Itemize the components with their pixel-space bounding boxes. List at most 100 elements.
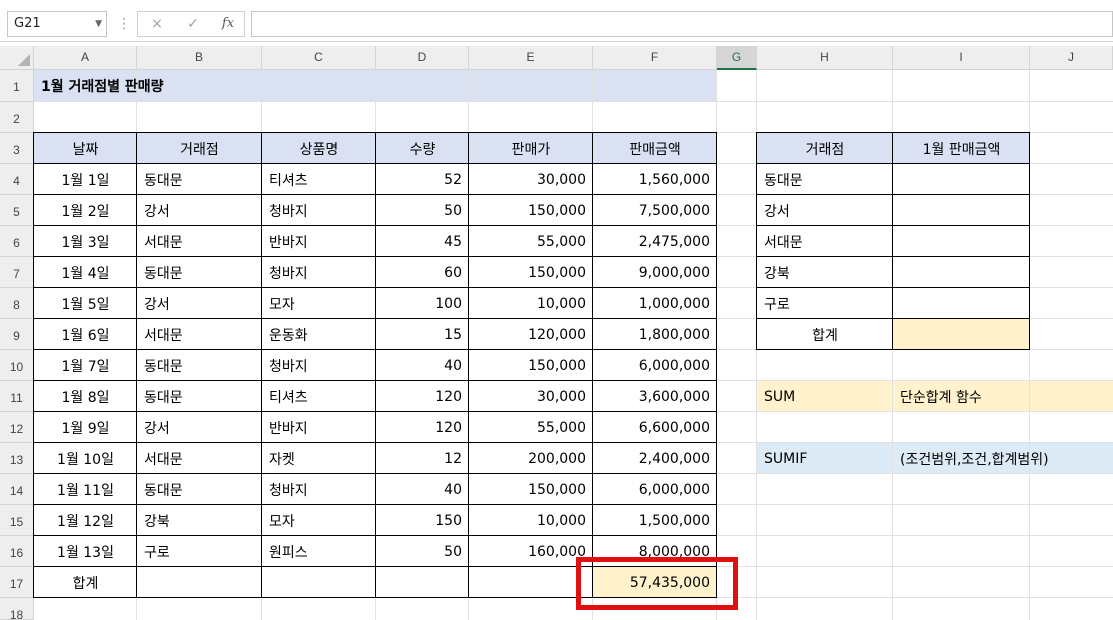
table-cell[interactable]: 운동화 [262, 319, 376, 350]
row-header-11[interactable]: 11 [0, 381, 34, 412]
sumif-function-desc[interactable]: (조건범위,조건,합계범위) [893, 443, 1049, 474]
table-cell[interactable]: 강서 [137, 412, 262, 443]
table-cell[interactable]: 40 [376, 474, 469, 505]
summary-store-cell[interactable]: 강북 [757, 257, 893, 288]
total-label[interactable]: 합계 [34, 567, 137, 598]
table-header-cell[interactable]: 날짜 [34, 133, 137, 164]
table-cell[interactable]: 강서 [137, 288, 262, 319]
table-cell[interactable]: 자켓 [262, 443, 376, 474]
row-header-8[interactable]: 8 [0, 288, 34, 319]
table-cell[interactable]: 티셔츠 [262, 164, 376, 195]
summary-store-cell[interactable]: 강서 [757, 195, 893, 226]
table-cell[interactable]: 52 [376, 164, 469, 195]
table-cell[interactable]: 1월 12일 [34, 505, 137, 536]
table-cell[interactable]: 200,000 [469, 443, 593, 474]
table-cell[interactable]: 강북 [137, 505, 262, 536]
table-cell[interactable]: 50 [376, 536, 469, 567]
table-cell[interactable]: 1월 13일 [34, 536, 137, 567]
summary-header-cell[interactable]: 1월 판매금액 [893, 133, 1030, 164]
column-header-b[interactable]: B [137, 46, 262, 70]
table-header-cell[interactable]: 거래점 [137, 133, 262, 164]
table-header-cell[interactable]: 수량 [376, 133, 469, 164]
table-cell[interactable]: 10,000 [469, 505, 593, 536]
table-header-cell[interactable]: 판매가 [469, 133, 593, 164]
summary-value-cell[interactable] [893, 164, 1030, 195]
table-cell[interactable]: 120 [376, 412, 469, 443]
drag-handle-icon[interactable]: ⋮ [117, 11, 131, 37]
column-header-i[interactable]: I [893, 46, 1030, 70]
table-cell[interactable]: 55,000 [469, 226, 593, 257]
table-cell[interactable]: 1월 6일 [34, 319, 137, 350]
column-header-j[interactable]: J [1030, 46, 1113, 70]
table-cell[interactable]: 서대문 [137, 443, 262, 474]
table-cell[interactable]: 120,000 [469, 319, 593, 350]
column-header-d[interactable]: D [376, 46, 469, 70]
table-cell[interactable]: 1,560,000 [593, 164, 717, 195]
row-header-6[interactable]: 6 [0, 226, 34, 257]
table-cell[interactable]: 1월 7일 [34, 350, 137, 381]
table-cell[interactable]: 2,475,000 [593, 226, 717, 257]
table-cell[interactable]: 1월 2일 [34, 195, 137, 226]
table-cell[interactable]: 30,000 [469, 164, 593, 195]
table-cell[interactable]: 1,000,000 [593, 288, 717, 319]
table-cell[interactable]: 150,000 [469, 257, 593, 288]
table-cell[interactable]: 12 [376, 443, 469, 474]
sumif-function-name[interactable]: SUMIF [757, 443, 893, 474]
table-cell[interactable]: 150,000 [469, 474, 593, 505]
table-cell[interactable]: 1월 9일 [34, 412, 137, 443]
table-header-cell[interactable]: 상품명 [262, 133, 376, 164]
table-cell[interactable]: 동대문 [137, 257, 262, 288]
summary-store-cell[interactable]: 서대문 [757, 226, 893, 257]
row-header-1[interactable]: 1 [0, 70, 34, 102]
cancel-icon[interactable]: × [147, 14, 167, 34]
table-cell[interactable]: 1,500,000 [593, 505, 717, 536]
table-cell[interactable]: 반바지 [262, 226, 376, 257]
table-cell[interactable]: 40 [376, 350, 469, 381]
table-cell[interactable]: 동대문 [137, 381, 262, 412]
row-header-3[interactable]: 3 [0, 133, 34, 164]
table-cell[interactable]: 15 [376, 319, 469, 350]
table-cell[interactable]: 동대문 [137, 350, 262, 381]
table-cell[interactable]: 150 [376, 505, 469, 536]
column-header-h[interactable]: H [757, 46, 893, 70]
table-cell[interactable]: 청바지 [262, 474, 376, 505]
column-header-g[interactable]: G [717, 46, 757, 70]
row-header-13[interactable]: 13 [0, 443, 34, 474]
summary-total-value[interactable] [893, 319, 1030, 350]
table-cell[interactable]: 1월 8일 [34, 381, 137, 412]
table-cell[interactable]: 10,000 [469, 288, 593, 319]
summary-total-label[interactable]: 합계 [757, 319, 893, 350]
table-cell[interactable]: 1월 1일 [34, 164, 137, 195]
row-header-9[interactable]: 9 [0, 319, 34, 350]
table-cell[interactable]: 55,000 [469, 412, 593, 443]
table-header-cell[interactable]: 판매금액 [593, 133, 717, 164]
chevron-down-icon[interactable]: ▼ [95, 12, 102, 36]
select-all-corner[interactable] [0, 46, 34, 70]
summary-value-cell[interactable] [893, 195, 1030, 226]
sum-function-desc[interactable]: 단순합계 함수 [893, 381, 1030, 412]
column-header-f[interactable]: F [593, 46, 717, 70]
row-header-7[interactable]: 7 [0, 257, 34, 288]
table-cell[interactable]: 1월 11일 [34, 474, 137, 505]
row-header-12[interactable]: 12 [0, 412, 34, 443]
table-cell[interactable]: 원피스 [262, 536, 376, 567]
table-cell[interactable]: 6,600,000 [593, 412, 717, 443]
table-cell[interactable]: 반바지 [262, 412, 376, 443]
table-cell[interactable]: 6,000,000 [593, 474, 717, 505]
summary-store-cell[interactable]: 구로 [757, 288, 893, 319]
name-box[interactable]: G21 ▼ [7, 11, 107, 37]
table-cell[interactable]: 100 [376, 288, 469, 319]
table-cell[interactable]: 6,000,000 [593, 350, 717, 381]
table-cell[interactable]: 서대문 [137, 226, 262, 257]
enter-icon[interactable]: ✓ [183, 14, 203, 34]
table-cell[interactable]: 1월 10일 [34, 443, 137, 474]
table-cell[interactable]: 160,000 [469, 536, 593, 567]
formula-input[interactable] [251, 11, 1113, 37]
insert-function-icon[interactable]: fx [218, 14, 238, 34]
table-cell[interactable]: 모자 [262, 288, 376, 319]
table-cell[interactable]: 45 [376, 226, 469, 257]
table-cell[interactable]: 모자 [262, 505, 376, 536]
summary-store-cell[interactable]: 동대문 [757, 164, 893, 195]
table-cell[interactable]: 강서 [137, 195, 262, 226]
table-cell[interactable]: 7,500,000 [593, 195, 717, 226]
